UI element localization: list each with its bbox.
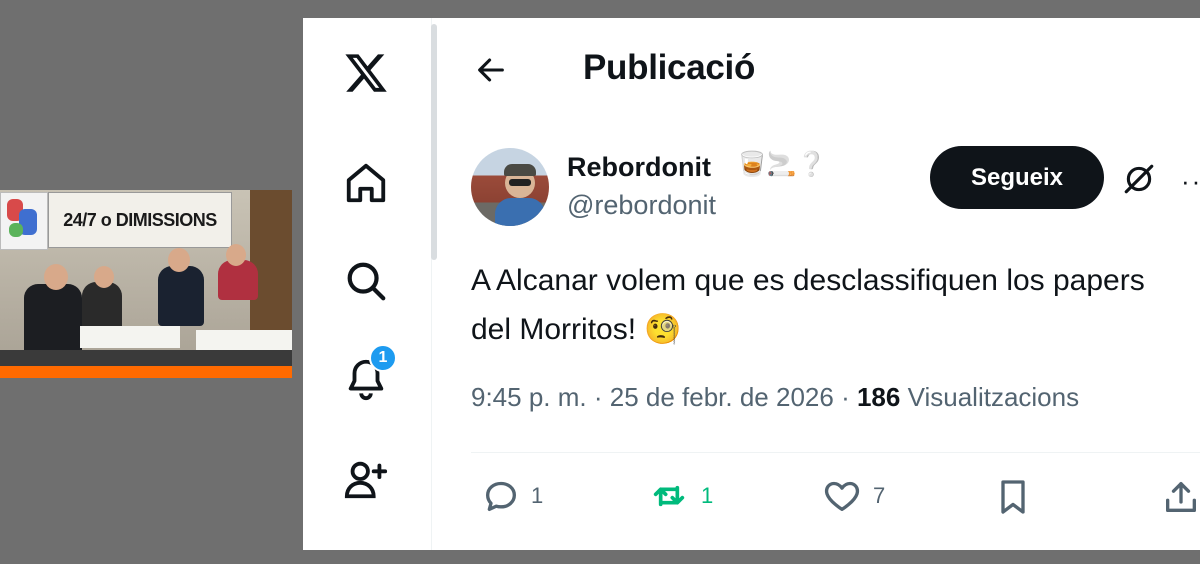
divider xyxy=(471,452,1200,453)
video-person xyxy=(82,282,122,332)
post-time[interactable]: 9:45 p. m. xyxy=(471,382,587,412)
like-count: 7 xyxy=(873,483,886,508)
video-person-head xyxy=(44,264,68,290)
video-person xyxy=(218,260,258,300)
share-icon xyxy=(1166,482,1196,512)
author-emojis: 🥃🚬❔ xyxy=(737,151,827,178)
post-meta: 9:45 p. m. · 25 de febr. de 2026 · 186 V… xyxy=(471,382,1079,413)
video-poster xyxy=(0,192,48,250)
video-table xyxy=(80,326,180,348)
bookmark-icon xyxy=(1001,480,1025,514)
post-date[interactable]: 25 de febr. de 2026 xyxy=(610,382,834,412)
video-person-head xyxy=(226,244,246,266)
back-arrow-icon[interactable] xyxy=(471,50,511,90)
meta-separator: · xyxy=(593,382,610,412)
main-column: Publicació Rebordonit 🥃🚬❔ @rebordonit Se… xyxy=(437,18,1200,550)
more-options-icon[interactable]: ·· xyxy=(1181,166,1200,197)
video-person-head xyxy=(94,266,114,288)
avatar[interactable] xyxy=(471,148,549,226)
video-orange-bar xyxy=(0,366,292,378)
post-text: A Alcanar volem que es desclassifiquen l… xyxy=(471,264,1145,346)
author-handle[interactable]: @rebordonit xyxy=(567,190,716,221)
views-count: 186 xyxy=(856,382,901,412)
views-label: Visualitzacions xyxy=(907,382,1080,412)
sidebar-nav: 1 xyxy=(303,18,432,550)
search-icon[interactable] xyxy=(341,256,391,306)
reply-count: 1 xyxy=(531,483,544,508)
x-window: 1 Publicació Rebordonit 🥃🚬❔ @rebordonit … xyxy=(303,18,1200,550)
video-banner: 24/7 o DIMISSIONS xyxy=(48,192,232,248)
grok-icon[interactable] xyxy=(1121,161,1157,197)
retweet-icon xyxy=(653,485,685,507)
meta-separator: · xyxy=(841,382,857,412)
page-title: Publicació xyxy=(583,48,756,87)
retweet-count: 1 xyxy=(701,483,714,508)
heart-icon xyxy=(824,481,860,511)
retweet-button[interactable]: 1 xyxy=(647,476,713,516)
x-logo-icon[interactable] xyxy=(341,48,391,98)
video-inset: 24/7 o DIMISSIONS xyxy=(0,190,292,378)
bookmark-button[interactable] xyxy=(993,476,1033,518)
video-floor xyxy=(0,350,292,366)
reply-icon xyxy=(486,481,516,511)
share-button[interactable] xyxy=(1161,476,1200,518)
add-user-icon[interactable] xyxy=(341,454,391,504)
home-icon[interactable] xyxy=(341,158,391,208)
video-person xyxy=(24,284,82,354)
video-person-head xyxy=(168,248,190,272)
author-name[interactable]: Rebordonit xyxy=(567,152,711,183)
like-button[interactable]: 7 xyxy=(821,476,885,516)
follow-button[interactable]: Segueix xyxy=(930,146,1104,209)
reply-button[interactable]: 1 xyxy=(481,476,543,516)
video-person xyxy=(158,266,204,326)
notification-badge: 1 xyxy=(369,344,397,372)
